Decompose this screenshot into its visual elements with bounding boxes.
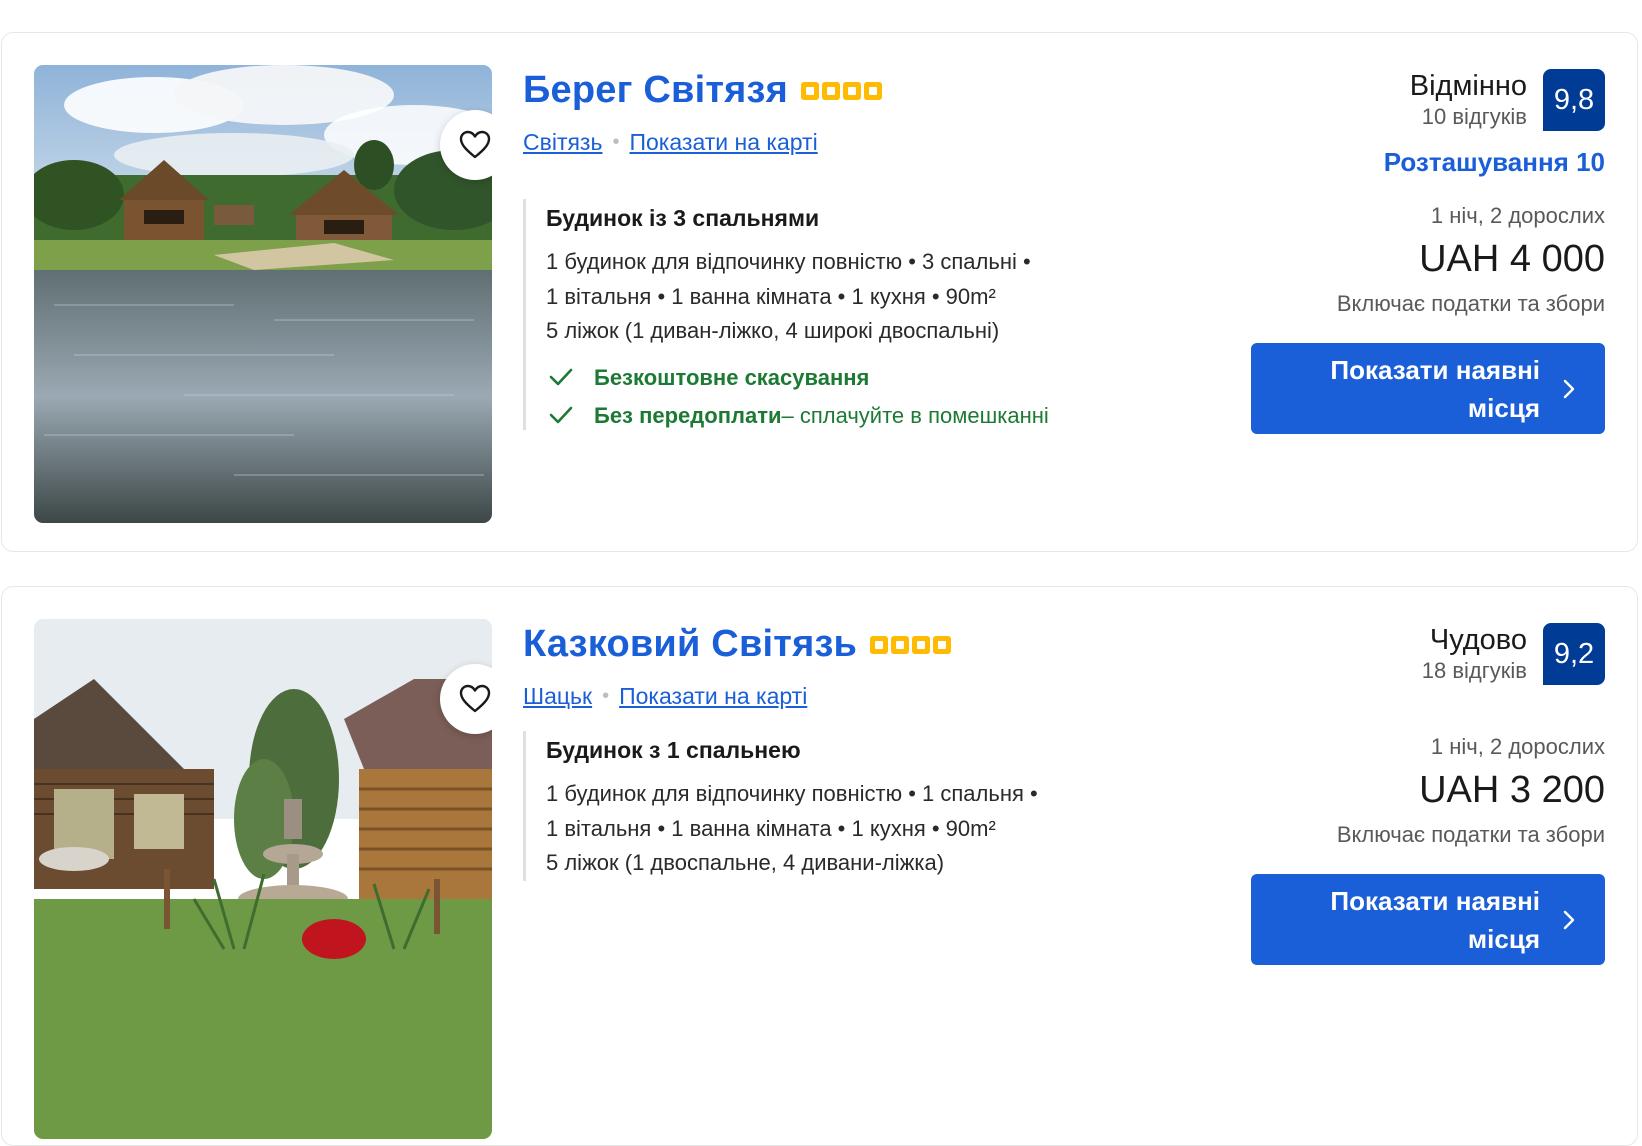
show-availability-label: Показати наявні місця bbox=[1330, 885, 1540, 954]
show-availability-label: Показати наявні місця bbox=[1330, 354, 1540, 423]
city-link[interactable]: Світязь bbox=[523, 129, 602, 156]
property-card: Берег Світязя Світязь • Показати на карт… bbox=[1, 32, 1638, 552]
star-icon bbox=[800, 81, 819, 100]
star-icon bbox=[842, 81, 861, 100]
review-count: 10 відгуків bbox=[1421, 104, 1527, 129]
star-icon bbox=[912, 635, 931, 654]
review-score-block[interactable]: Чудово 18 відгуків 9,2 bbox=[1422, 623, 1605, 685]
taxes-note: Включає податки та збори bbox=[1336, 822, 1605, 847]
review-count: 18 відгуків bbox=[1421, 658, 1527, 683]
city-link[interactable]: Шацьк bbox=[523, 683, 592, 710]
star-icon bbox=[933, 635, 952, 654]
checkmark-icon bbox=[549, 406, 573, 424]
occupancy-info: 1 ніч, 2 дорослих bbox=[1430, 734, 1605, 759]
property-title-link[interactable]: Берег Світязя bbox=[523, 69, 788, 112]
checkmark-icon bbox=[549, 368, 573, 386]
occupancy-info: 1 ніч, 2 дорослих bbox=[1430, 203, 1605, 228]
show-availability-button[interactable]: Показати наявні місця bbox=[1251, 874, 1605, 965]
review-score-block[interactable]: Відмінно 10 відгуків 9,8 bbox=[1410, 69, 1605, 131]
heart-outline-icon bbox=[459, 130, 491, 159]
property-photo-lake-cabins[interactable] bbox=[34, 65, 492, 523]
star-icon bbox=[891, 635, 910, 654]
star-icon bbox=[821, 81, 840, 100]
show-availability-button[interactable]: Показати наявні місця bbox=[1251, 343, 1605, 434]
price: UAH 3 200 bbox=[1419, 769, 1605, 811]
room-detail-line: 1 будинок для відпочинку повністю • 1 сп… bbox=[546, 781, 1038, 806]
star-icon bbox=[863, 81, 882, 100]
property-title-link[interactable]: Казковий Світязь bbox=[523, 623, 857, 666]
star-icon bbox=[870, 635, 889, 654]
room-detail-line: 1 вітальня • 1 ванна кімната • 1 кухня •… bbox=[546, 815, 996, 841]
star-rating bbox=[800, 81, 882, 100]
room-details: Будинок з 1 спальнею 1 будинок для відпо… bbox=[523, 731, 1038, 881]
chevron-right-icon bbox=[1563, 910, 1575, 929]
location-score: Розташування 10 bbox=[1383, 147, 1605, 177]
room-type: Будинок із 3 спальнями bbox=[546, 205, 820, 231]
heart-outline-icon bbox=[459, 684, 491, 713]
separator-dot: • bbox=[612, 131, 620, 153]
property-photo-log-houses[interactable] bbox=[34, 619, 492, 1139]
taxes-note: Включає податки та збори bbox=[1336, 291, 1605, 316]
chevron-right-icon bbox=[1563, 379, 1575, 398]
room-detail-line: 1 вітальня • 1 ванна кімната • 1 кухня •… bbox=[546, 283, 996, 309]
no-prepayment-perk: Без передоплати – сплачуйте в помешканні bbox=[546, 401, 1049, 430]
room-detail-line: 1 будинок для відпочинку повністю • 3 сп… bbox=[546, 249, 1031, 274]
review-score-badge[interactable]: 9,2 bbox=[1543, 623, 1605, 685]
room-detail-line: 5 ліжок (1 диван-ліжко, 4 широкі двоспал… bbox=[546, 318, 1000, 343]
price: UAH 4 000 bbox=[1419, 238, 1605, 280]
room-details: Будинок із 3 спальнями 1 будинок для від… bbox=[523, 199, 1049, 430]
room-type: Будинок з 1 спальнею bbox=[546, 737, 801, 763]
room-detail-line: 5 ліжок (1 двоспальне, 4 дивани-ліжка) bbox=[546, 850, 945, 875]
free-cancellation-perk: Безкоштовне скасування bbox=[546, 363, 1049, 392]
rating-word: Відмінно bbox=[1409, 70, 1527, 102]
separator-dot: • bbox=[602, 685, 610, 707]
property-card: Казковий Світязь Шацьк • Показати на кар… bbox=[1, 586, 1638, 1146]
show-on-map-link[interactable]: Показати на карті bbox=[629, 129, 817, 156]
show-on-map-link[interactable]: Показати на карті bbox=[619, 683, 807, 710]
star-rating bbox=[870, 635, 952, 654]
rating-word: Чудово bbox=[1429, 624, 1527, 656]
review-score-badge[interactable]: 9,8 bbox=[1543, 69, 1605, 131]
